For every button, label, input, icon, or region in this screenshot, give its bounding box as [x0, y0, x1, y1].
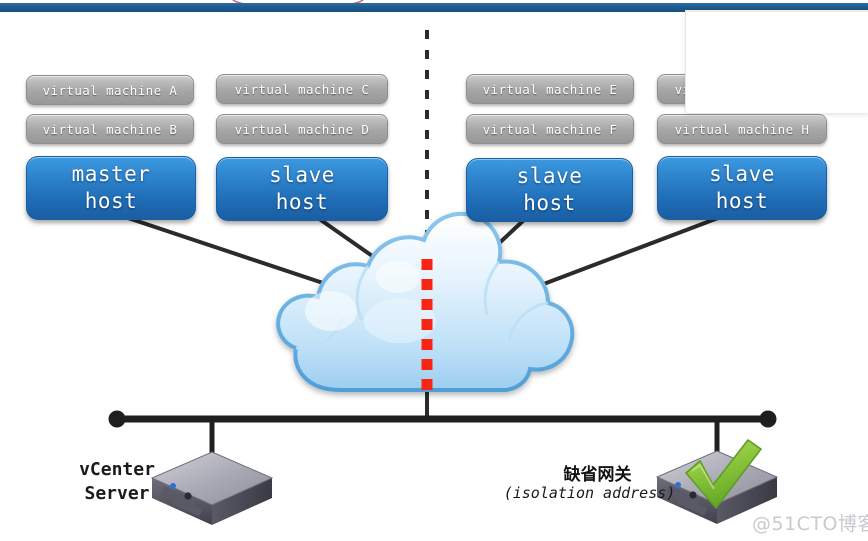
host-label-line1: slave [516, 164, 583, 188]
vm-box-e[interactable]: virtual machine E [466, 74, 634, 104]
bus-endpoint-left [108, 410, 126, 428]
link-host1-cloud [127, 216, 354, 295]
host-label-line2: host [275, 190, 329, 214]
host-label-line1: slave [269, 163, 335, 187]
host-box-slave-1[interactable]: slave host [216, 157, 388, 221]
host-box-slave-2[interactable]: slave host [466, 158, 633, 222]
vcenter-server-label: vCenter Server [79, 459, 155, 504]
bus-endpoint-right [759, 410, 777, 428]
host-label-line1: slave [709, 162, 775, 186]
vm-box-d[interactable]: virtual machine D [216, 114, 388, 144]
host-label-line2: host [523, 191, 576, 215]
vm-box-b[interactable]: virtual machine B [26, 114, 194, 144]
host-label-line2: host [84, 189, 138, 213]
gateway-label-en: (isolation address) [503, 484, 676, 502]
host-label-line1: master [71, 162, 151, 186]
diagram-canvas: virtual machine A virtual machine B mast… [0, 0, 868, 541]
host-box-master[interactable]: master host [26, 156, 196, 220]
foreground-overlay-window[interactable] [685, 10, 868, 113]
gateway-label-cn: 缺省网关 [563, 465, 632, 485]
vm-box-h[interactable]: virtual machine H [657, 114, 827, 144]
host-box-slave-3[interactable]: slave host [657, 156, 827, 220]
vm-box-a[interactable]: virtual machine A [26, 75, 194, 105]
host-label-line2: host [715, 189, 769, 213]
vm-box-f[interactable]: virtual machine F [466, 114, 634, 144]
vm-box-c[interactable]: virtual machine C [216, 74, 388, 104]
